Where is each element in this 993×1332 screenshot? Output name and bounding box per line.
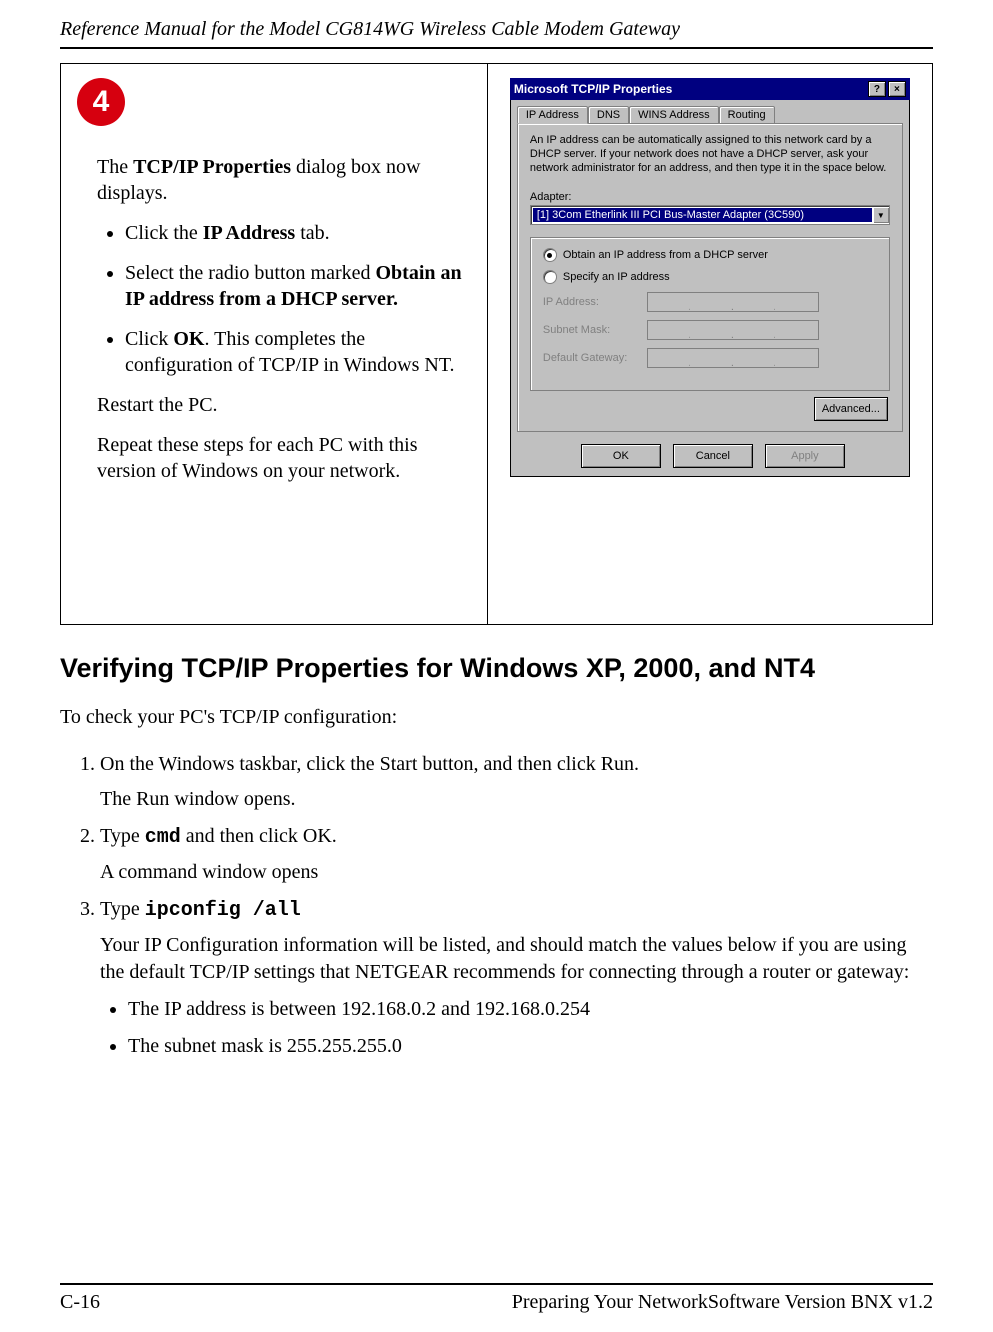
step-image-cell: Microsoft TCP/IP Properties ? × IP Addre… xyxy=(488,64,932,624)
text: Click the xyxy=(125,222,203,244)
tab-pane: An IP address can be automatically assig… xyxy=(517,123,903,432)
radio-icon xyxy=(543,270,557,284)
code-text: ipconfig /all xyxy=(145,899,301,922)
step-row: 4 The TCP/IP Properties dialog box now d… xyxy=(60,63,933,625)
step-3: Type ipconfig /all Your IP Configuration… xyxy=(100,896,933,1060)
default-gateway-label: Default Gateway: xyxy=(543,352,647,364)
footer-left: C-16 xyxy=(60,1291,100,1314)
radio-obtain-dhcp[interactable]: Obtain an IP address from a DHCP server xyxy=(543,248,877,262)
step-number-badge: 4 xyxy=(77,78,125,126)
text-bold: TCP/IP Properties xyxy=(133,156,291,178)
dialog-help-button[interactable]: ? xyxy=(868,81,886,97)
dialog-description: An IP address can be automatically assig… xyxy=(530,134,890,175)
step-intro: The TCP/IP Properties dialog box now dis… xyxy=(97,154,471,206)
apply-button[interactable]: Apply xyxy=(765,444,845,468)
step-3-sub: Your IP Configuration information will b… xyxy=(100,932,933,986)
footer-right: Preparing Your NetworkSoftware Version B… xyxy=(512,1291,933,1314)
step-text-cell: 4 The TCP/IP Properties dialog box now d… xyxy=(61,64,488,624)
dialog-tabs: IP Address DNS WINS Address Routing xyxy=(513,102,907,123)
subnet-mask-label: Subnet Mask: xyxy=(543,324,647,336)
section-intro: To check your PC's TCP/IP configuration: xyxy=(60,704,933,731)
section-heading: Verifying TCP/IP Properties for Windows … xyxy=(60,653,933,684)
doc-header-title: Reference Manual for the Model CG814WG W… xyxy=(60,0,933,49)
ip-groupbox: Obtain an IP address from a DHCP server … xyxy=(530,237,890,391)
radio-label: Specify an IP address xyxy=(563,271,670,283)
bullet-item: Select the radio button marked Obtain an… xyxy=(125,260,471,312)
adapter-label: Adapter: xyxy=(530,191,890,203)
bullet-item: Click OK. This completes the configurati… xyxy=(125,326,471,378)
subnet-mask-field xyxy=(647,320,819,340)
page-footer: C-16 Preparing Your NetworkSoftware Vers… xyxy=(60,1283,933,1314)
advanced-button[interactable]: Advanced... xyxy=(814,397,888,421)
dialog-body: IP Address DNS WINS Address Routing An I… xyxy=(510,100,910,477)
text: Type xyxy=(100,825,145,847)
text: Select the radio button marked xyxy=(125,262,375,284)
adapter-dropdown[interactable]: [1] 3Com Etherlink III PCI Bus-Master Ad… xyxy=(530,205,890,225)
tab-wins-address[interactable]: WINS Address xyxy=(629,106,719,123)
text-bold: IP Address xyxy=(203,222,295,244)
radio-specify-ip[interactable]: Specify an IP address xyxy=(543,270,877,284)
text-bold: OK xyxy=(173,328,204,350)
step-2: Type cmd and then click OK. A command wi… xyxy=(100,823,933,886)
step-1-text: On the Windows taskbar, click the Start … xyxy=(100,753,639,775)
ip-address-label: IP Address: xyxy=(543,296,647,308)
step-repeat: Repeat these steps for each PC with this… xyxy=(97,432,471,484)
text: The xyxy=(97,156,133,178)
ok-button[interactable]: OK xyxy=(581,444,661,468)
inner-bullet: The subnet mask is 255.255.255.0 xyxy=(128,1033,933,1060)
cancel-button[interactable]: Cancel xyxy=(673,444,753,468)
text: tab. xyxy=(295,222,329,244)
code-text: cmd xyxy=(145,826,181,849)
tab-ip-address[interactable]: IP Address xyxy=(517,106,588,124)
step-1: On the Windows taskbar, click the Start … xyxy=(100,751,933,813)
inner-bullet: The IP address is between 192.168.0.2 an… xyxy=(128,996,933,1023)
tcpip-dialog: Microsoft TCP/IP Properties ? × IP Addre… xyxy=(510,78,910,477)
radio-label: Obtain an IP address from a DHCP server xyxy=(563,249,768,261)
step-restart: Restart the PC. xyxy=(97,392,471,418)
tab-routing[interactable]: Routing xyxy=(719,106,775,123)
text: Click xyxy=(125,328,173,350)
dialog-title-text: Microsoft TCP/IP Properties xyxy=(514,82,672,96)
tab-dns[interactable]: DNS xyxy=(588,106,629,123)
step-1-sub: The Run window opens. xyxy=(100,786,933,813)
step-2-sub: A command window opens xyxy=(100,859,933,886)
adapter-selected: [1] 3Com Etherlink III PCI Bus-Master Ad… xyxy=(533,208,872,222)
dialog-close-button[interactable]: × xyxy=(888,81,906,97)
text: Type xyxy=(100,898,145,920)
text: and then click OK. xyxy=(181,825,337,847)
dialog-titlebar: Microsoft TCP/IP Properties ? × xyxy=(510,78,910,100)
chevron-down-icon[interactable]: ▼ xyxy=(872,207,889,223)
ip-address-field xyxy=(647,292,819,312)
bullet-item: Click the IP Address tab. xyxy=(125,220,471,246)
radio-icon xyxy=(543,248,557,262)
default-gateway-field xyxy=(647,348,819,368)
